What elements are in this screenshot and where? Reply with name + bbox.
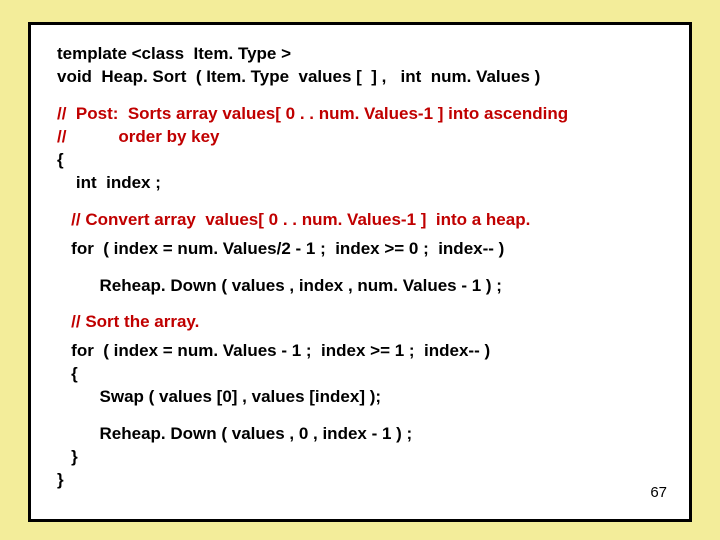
code-line: template <class Item. Type >: [57, 43, 669, 66]
code-comment: // Post: Sorts array values[ 0 . . num. …: [57, 103, 669, 126]
code-line: void Heap. Sort ( Item. Type values [ ] …: [57, 66, 669, 89]
code-line: {: [57, 363, 669, 386]
code-line: Reheap. Down ( values , index , num. Val…: [57, 275, 669, 298]
code-line: for ( index = num. Values/2 - 1 ; index …: [57, 238, 669, 261]
code-line: Swap ( values [0] , values [index] );: [57, 386, 669, 409]
code-line: {: [57, 149, 669, 172]
code-comment: // Sort the array.: [57, 311, 669, 334]
code-line: Reheap. Down ( values , 0 , index - 1 ) …: [57, 423, 669, 446]
code-line: }: [57, 469, 669, 492]
page-number: 67: [650, 484, 667, 501]
code-line: }: [57, 446, 669, 469]
slide: template <class Item. Type > void Heap. …: [0, 0, 720, 540]
code-box: template <class Item. Type > void Heap. …: [28, 22, 692, 522]
code-comment: // Convert array values[ 0 . . num. Valu…: [57, 209, 669, 232]
code-line: for ( index = num. Values - 1 ; index >=…: [57, 340, 669, 363]
code-comment: // order by key: [57, 126, 669, 149]
code-line: int index ;: [57, 172, 669, 195]
